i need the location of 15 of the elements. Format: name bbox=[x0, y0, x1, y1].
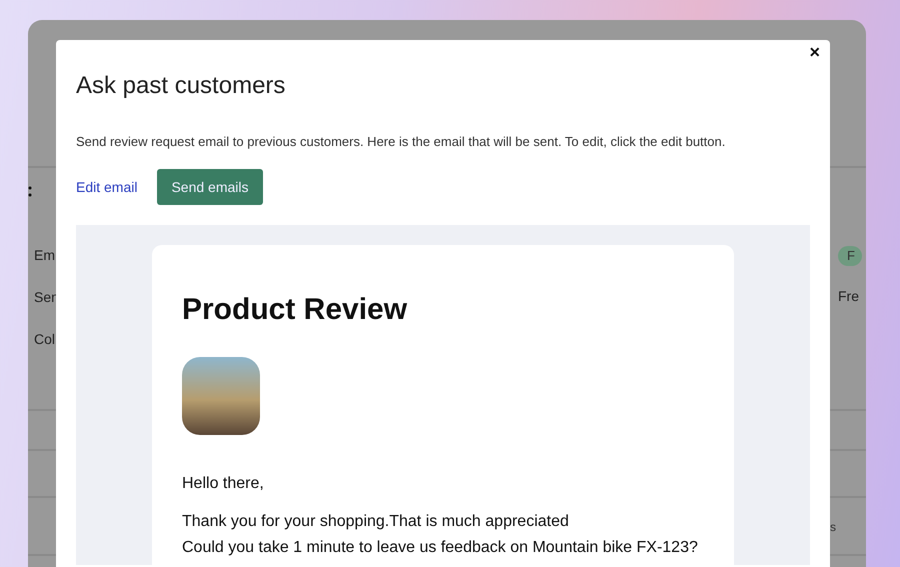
edit-email-link[interactable]: Edit email bbox=[76, 179, 138, 195]
row-value: Fre bbox=[838, 287, 859, 306]
email-greeting: Hello there, bbox=[182, 475, 265, 493]
row-label: Col bbox=[34, 330, 56, 349]
cell-text: s bbox=[830, 520, 836, 534]
status-badge: F bbox=[838, 246, 862, 266]
more-icon[interactable] bbox=[28, 186, 32, 198]
email-paragraph: Thank you for your shopping.That is much appreciated bbox=[182, 513, 570, 531]
close-button[interactable]: × bbox=[807, 42, 822, 63]
email-heading: Product Review bbox=[182, 293, 408, 327]
send-emails-button[interactable]: Send emails bbox=[157, 169, 263, 205]
modal-description: Send review request email to previous customers. Here is the email that will be sent. To edit, click the edit button. bbox=[76, 134, 726, 149]
modal-title: Ask past customers bbox=[76, 71, 286, 100]
email-paragraph: Could you take 1 minute to leave us feedback on Mountain bike FX-123? bbox=[182, 539, 699, 557]
row-label: Em bbox=[34, 246, 56, 265]
